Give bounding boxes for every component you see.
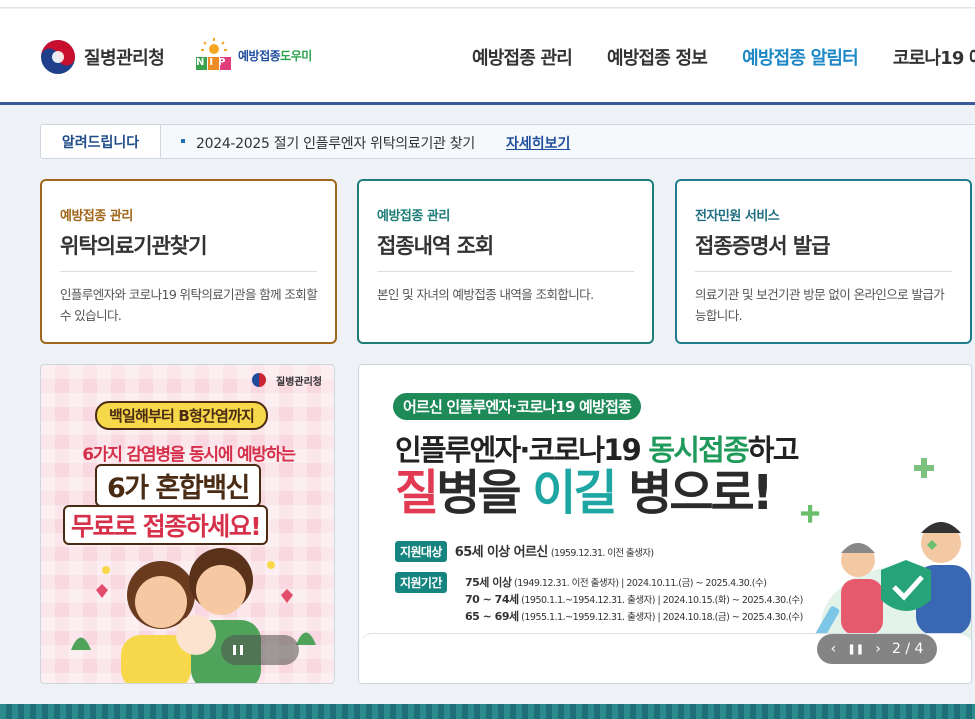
card-description: 인플루엔자와 코로나19 위탁의료기관을 함께 조회할 수 있습니다.	[60, 287, 318, 323]
notice-text[interactable]: 2024-2025 절기 인플루엔자 위탁의료기관 찾기	[196, 133, 475, 153]
service-name-part2: 도우미	[280, 49, 312, 63]
card-category: 전자민원 서비스	[695, 209, 780, 224]
target-note: (1959.12.31. 이전 출생자)	[550, 548, 654, 559]
card-divider	[695, 271, 952, 272]
nav-vaccination-info[interactable]: 예방접종 정보	[607, 44, 708, 70]
notice-label: 알려드립니다	[41, 125, 161, 158]
headline-part-a: 인플루엔자·코로나19	[395, 433, 649, 467]
kdca-mini-logo-icon	[252, 373, 266, 387]
banner-tag: 어르신 인플루엔자·코로나19 예방접종	[393, 393, 642, 420]
banner-brand: 질병관리청	[276, 377, 322, 388]
card-category: 예방접종 관리	[60, 209, 133, 224]
card-category: 예방접종 관리	[377, 209, 450, 224]
banner-line3: 무료로 접종하세요!	[63, 505, 269, 545]
banner-line2: 6가 혼합백신	[95, 464, 261, 507]
card-title: 접종증명서 발급	[695, 234, 831, 258]
card-description: 의료기관 및 보건기관 방문 없이 온라인으로 발급가능합니다.	[695, 287, 945, 323]
slider-controls-left	[221, 635, 299, 665]
card-divider	[60, 271, 317, 272]
service-name[interactable]: 예방접종도우미	[238, 47, 312, 64]
slogan-part-c: 이길	[532, 465, 617, 521]
org-name[interactable]: 질병관리청	[84, 44, 165, 70]
nav-vaccination-management[interactable]: 예방접종 관리	[472, 44, 573, 70]
card-find-clinic[interactable]: 예방접종 관리 위탁의료기관찾기 인플루엔자와 코로나19 위탁의료기관을 함께…	[40, 179, 337, 344]
target-row: 지원대상 65세 이상 어르신 (1959.12.31. 이전 출생자)	[395, 541, 654, 562]
banner-slogan: 질병을 이길 병으로!	[395, 465, 774, 521]
target-label: 지원대상	[395, 541, 447, 562]
chevron-left-icon[interactable]: ‹	[831, 641, 837, 657]
slogan-part-a: 질	[395, 465, 439, 521]
service-name-part1: 예방접종	[238, 49, 281, 63]
nav-covid19[interactable]: 코로나19 예방	[893, 44, 975, 70]
period-label: 지원기간	[395, 572, 447, 593]
period-row: 지원기간	[395, 572, 455, 593]
period-item: 75세 이상 (1949.12.31. 이전 출생자) | 2024.10.11…	[465, 576, 767, 589]
kdca-logo-icon[interactable]	[40, 39, 76, 75]
site-header: 질병관리청 NIP 예방접종도우미 예방접종 관리 예방접종 정보 예방접종 알…	[0, 9, 975, 103]
headline-part-b: 동시접종	[648, 433, 749, 467]
footer-band	[0, 704, 975, 719]
card-description: 본인 및 자녀의 예방접종 내역을 조회합니다.	[377, 287, 594, 302]
card-title: 위탁의료기관찾기	[60, 234, 208, 258]
card-title: 접종내역 조회	[377, 234, 494, 258]
top-utility-bar	[0, 0, 975, 8]
main-nav: 예방접종 관리 예방접종 정보 예방접종 알림터 코로나19 예방	[472, 44, 975, 70]
nav-vaccination-notice[interactable]: 예방접종 알림터	[742, 44, 859, 70]
banner-line1: 6가지 감염병을 동시에 예방하는	[82, 445, 296, 465]
pause-icon[interactable]: ❚❚	[847, 644, 864, 655]
target-text: 65세 이상 어르신	[454, 545, 549, 560]
pause-icon[interactable]	[233, 645, 243, 655]
banner-senior-vaccination[interactable]: 어르신 인플루엔자·코로나19 예방접종 인플루엔자·코로나19 동시접종하고 …	[358, 364, 972, 684]
notice-bar: 알려드립니다 2024-2025 절기 인플루엔자 위탁의료기관 찾기 자세히보…	[40, 124, 975, 159]
header-divider	[0, 102, 975, 105]
plus-decoration-icon	[914, 458, 934, 478]
headline-part-c: 하고	[747, 433, 800, 467]
banner-tag: 백일해부터 B형간염까지	[95, 401, 269, 430]
slide-pager: 2 / 4	[891, 641, 924, 657]
notice-detail-link[interactable]: 자세히보기	[506, 133, 570, 153]
bullet-icon	[181, 139, 185, 143]
card-divider	[377, 271, 634, 272]
banner-headline: 인플루엔자·코로나19 동시접종하고	[395, 427, 800, 469]
nip-badge: NIP	[196, 57, 231, 68]
chevron-right-icon[interactable]: ›	[875, 641, 881, 657]
banner-hexavalent-vaccine[interactable]: 질병관리청 백일해부터 B형간염까지 6가지 감염병을 동시에 예방하는 6가 …	[40, 364, 335, 684]
slider-controls-right: ‹ ❚❚ › 2 / 4	[817, 634, 937, 664]
card-certificate[interactable]: 전자민원 서비스 접종증명서 발급 의료기관 및 보건기관 방문 없이 온라인으…	[675, 179, 972, 344]
card-vaccination-history[interactable]: 예방접종 관리 접종내역 조회 본인 및 자녀의 예방접종 내역을 조회합니다.	[357, 179, 654, 344]
slogan-part-b: 병을	[436, 465, 533, 521]
